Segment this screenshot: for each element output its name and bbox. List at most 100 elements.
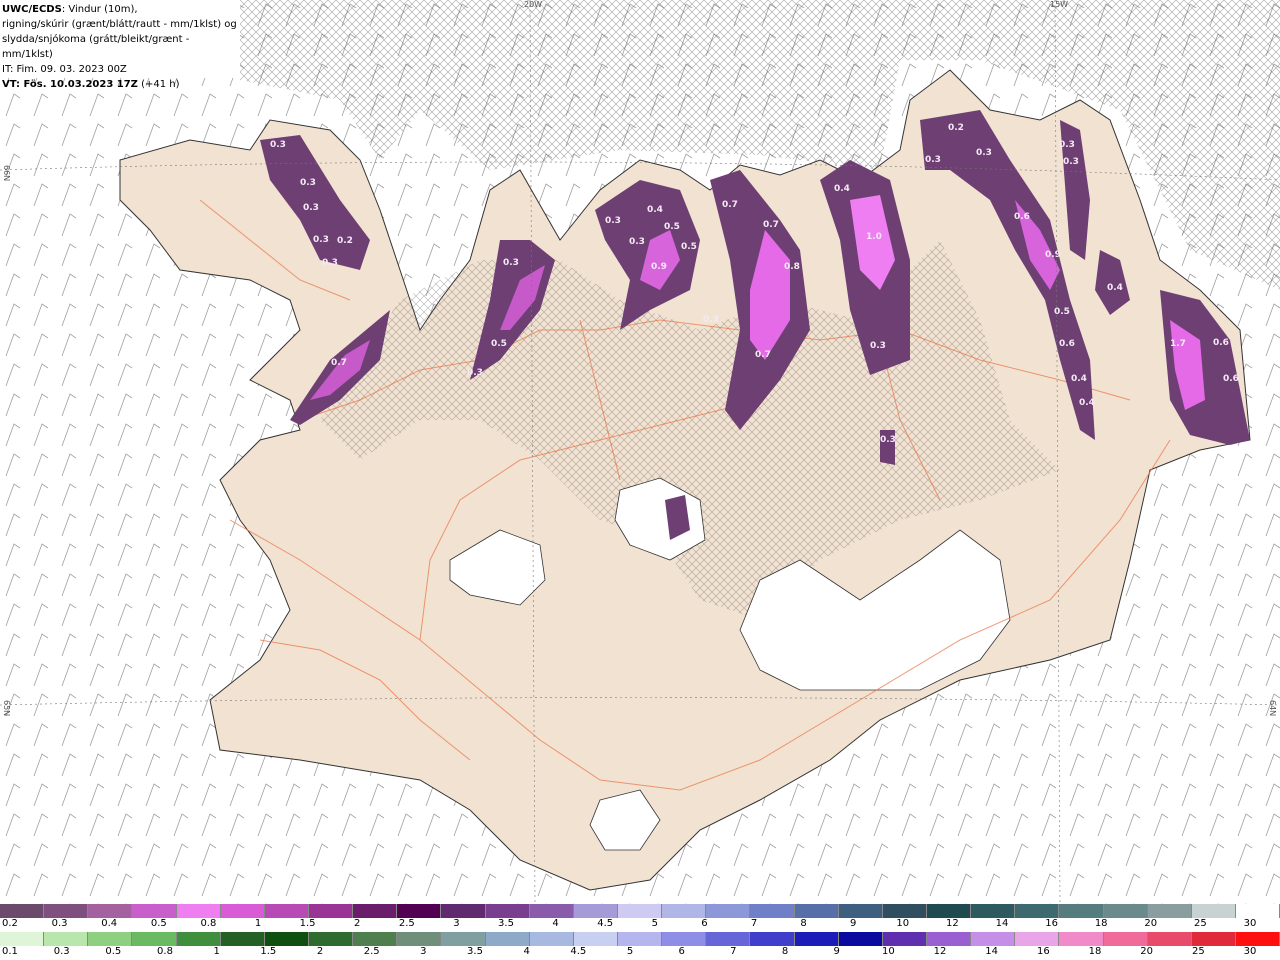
colorbar-swatch <box>617 932 663 946</box>
valid-time: VT: Fös. 10.03.2023 17Z <box>2 79 138 90</box>
colorbar-tick-label: 6 <box>678 946 685 957</box>
value-label: 0.3 <box>605 216 621 226</box>
colorbar-swatch <box>573 904 618 918</box>
value-label: 0.9 <box>1045 250 1061 260</box>
grid-label-15w: 15W <box>1050 0 1069 9</box>
value-label: 0.7 <box>722 200 738 210</box>
colorbar-tick-label: 1 <box>213 946 220 957</box>
colorbar-swatch <box>132 904 177 918</box>
snow-colorbar-ticks: 0.2 0.3 0.4 0.5 0.8 1 1.5 2 2.5 3 3.5 4 4.5 5 6 7 8 9 10 12… <box>0 918 1280 932</box>
colorbar-swatch <box>971 904 1016 918</box>
value-label: 0.5 <box>1054 307 1070 317</box>
value-label: 0.4 <box>647 205 663 215</box>
colorbar-tick-label: 5 <box>651 918 658 929</box>
colorbar-tick-label: 16 <box>1036 946 1050 957</box>
value-label: 0.7 <box>331 358 347 368</box>
value-label: 0.3 <box>703 315 719 325</box>
colorbar-swatch <box>1015 932 1060 946</box>
colorbar-swatch <box>882 932 927 946</box>
colorbar-tick-label: 8 <box>781 946 789 957</box>
map-info-box: UWC/ECDS: Vindur (10m), rigning/skúrir (… <box>0 0 240 90</box>
value-label: 0.3 <box>629 237 645 247</box>
colorbar-tick-label: 25 <box>1194 918 1207 929</box>
colorbar-tick-label: 9 <box>833 946 840 957</box>
colorbar-swatch <box>971 932 1016 946</box>
value-label: 0.3 <box>503 258 519 268</box>
colorbar-swatch <box>573 932 618 946</box>
colorbar-swatch <box>750 904 795 918</box>
colorbar-tick-label: 4.5 <box>570 946 587 957</box>
value-label: 0.4 <box>1071 374 1087 384</box>
colorbar-tick-label: 7 <box>730 946 737 957</box>
value-label: 0.6 <box>1014 212 1030 222</box>
colorbar-tick-label: 9 <box>850 918 857 929</box>
rain-colorbar-ticks: 0.1 0.3 0.5 0.8 1 1.5 2 2.5 3 3.5 4 4.5 5 6 7 8 9 10 12 14 1… <box>0 946 1280 960</box>
colorbar-swatch <box>1147 904 1192 918</box>
colorbar-tick-label: 25 <box>1191 946 1205 957</box>
colorbar-swatch <box>926 904 972 918</box>
colorbar-swatch <box>441 932 486 946</box>
colorbar-swatch <box>0 904 45 918</box>
colorbar-swatch <box>132 932 177 946</box>
colorbar-swatch <box>220 932 265 946</box>
colorbar-swatch <box>88 904 133 918</box>
value-label: 0.4 <box>834 184 850 194</box>
colorbar-tick-label: 3 <box>453 918 460 929</box>
colorbar-tick-label: 1 <box>254 918 262 929</box>
colorbar-swatch <box>1235 932 1280 946</box>
colorbar-swatch <box>176 932 221 946</box>
colorbar-swatch <box>1103 932 1148 946</box>
colorbar-swatch <box>1147 932 1192 946</box>
colorbar-swatch <box>353 904 398 918</box>
info-line-title: UWC/ECDS: Vindur (10m), <box>2 2 238 17</box>
info-line-valid-time: VT: Fös. 10.03.2023 17Z (+41 h) <box>2 77 238 92</box>
colorbar-swatch <box>1191 932 1236 946</box>
title-rest: : Vindur (10m), <box>61 4 138 15</box>
colorbar-swatch <box>0 932 45 946</box>
colorbar-swatch <box>706 932 751 946</box>
value-label: 1.0 <box>866 232 882 242</box>
colorbar-tick-label: 18 <box>1088 946 1102 957</box>
value-label: 0.3 <box>925 155 941 165</box>
value-label: 0.9 <box>651 262 667 272</box>
colorbar-swatch <box>750 932 795 946</box>
colorbar-tick-label: 2.5 <box>363 946 380 957</box>
colorbar-swatch <box>926 932 972 946</box>
colorbar-swatch <box>176 904 221 918</box>
colorbar-swatch <box>264 932 309 946</box>
colorbar-swatch <box>529 932 574 946</box>
colorbar-tick-label: 0.3 <box>51 918 68 929</box>
value-label: 0.3 <box>467 368 483 378</box>
colorbar-tick-label: 3 <box>420 946 427 957</box>
colorbar-swatch <box>485 904 530 918</box>
colorbar-swatch <box>1059 904 1104 918</box>
colorbar-swatch <box>529 904 574 918</box>
rain-colorbar <box>0 932 1280 946</box>
value-label: 0.7 <box>763 220 779 230</box>
grid-label-64n: 64N <box>1268 700 1277 717</box>
colorbar-swatch <box>1103 904 1148 918</box>
lead-time: (+41 h) <box>137 79 180 90</box>
value-label: 1.7 <box>1170 339 1186 349</box>
colorbar-tick-label: 16 <box>1045 918 1058 929</box>
colorbar-tick-label: 0.3 <box>53 946 70 957</box>
colorbar-tick-label: 0.8 <box>200 918 217 929</box>
colorbar-swatch <box>794 932 839 946</box>
value-label: 0.3 <box>880 435 896 445</box>
colorbar-tick-label: 4 <box>552 918 559 929</box>
colorbar-tick-label: 1.5 <box>260 946 277 957</box>
colorbar-tick-label: 12 <box>946 918 959 929</box>
colorbar-tick-label: 0.5 <box>105 946 122 957</box>
grid-label-65n: 65N <box>2 700 11 717</box>
colorbar-swatch <box>397 904 442 918</box>
colorbar-swatch <box>397 932 442 946</box>
colorbar-tick-label: 30 <box>1243 918 1257 929</box>
colorbar-tick-label: 14 <box>985 946 999 957</box>
value-label: 0.4 <box>1107 283 1123 293</box>
value-label: 0.2 <box>948 123 964 133</box>
colorbar-tick-label: 2 <box>354 918 361 929</box>
value-label: 0.3 <box>976 148 992 158</box>
colorbar-tick-label: 6 <box>701 918 708 929</box>
colorbar-swatch <box>44 932 89 946</box>
colorbar-swatch <box>44 904 89 918</box>
